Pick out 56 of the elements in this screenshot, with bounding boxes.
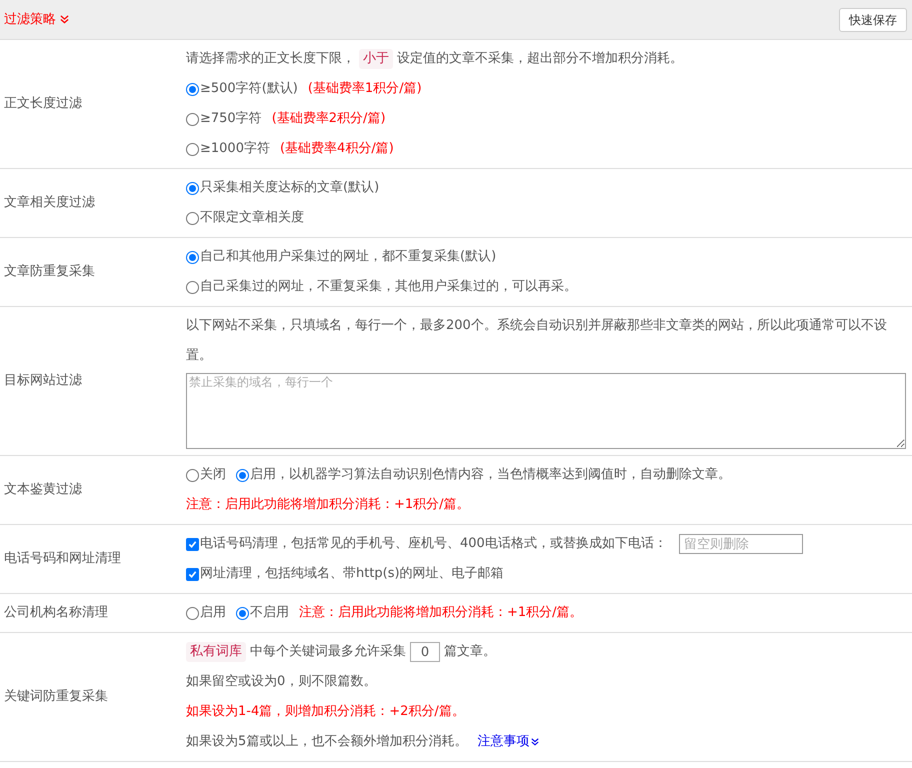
help-text: 如果设为5篇或以上，也不会额外增加积分消耗。 — [186, 733, 468, 751]
radio-option[interactable]: ≥750字符 — [186, 104, 262, 134]
notes-link[interactable]: 注意事项 — [477, 727, 540, 757]
radio-option[interactable]: 不限定文章相关度 — [186, 203, 304, 233]
radio-button[interactable] — [186, 250, 199, 264]
row-label: 文章防重复采集 — [3, 263, 96, 282]
radio-option[interactable]: 启用，以机器学习算法自动识别色情内容，当色情概率达到阈值时，自动删除文章。 — [236, 460, 731, 490]
checkbox[interactable] — [186, 538, 199, 550]
radio-button[interactable] — [186, 468, 199, 482]
row-label: 正文长度过滤 — [3, 95, 83, 114]
radio-option[interactable]: ≥500字符(默认) — [186, 74, 298, 104]
highlight-tag: 小于 — [359, 49, 393, 69]
help-text: 中每个关键词最多允许采集 — [250, 643, 406, 661]
radio-button[interactable] — [186, 606, 199, 620]
warning-text: (基础费率2积分/篇) — [272, 110, 386, 128]
double-chevron-icon — [60, 15, 69, 24]
help-text: 设定值的文章不采集，超出部分不增加积分消耗。 — [397, 50, 683, 68]
row-label: 文章相关度过滤 — [3, 194, 96, 212]
domain-textarea[interactable]: 禁止采集的域名，每行一个 — [186, 373, 906, 449]
checkbox-option[interactable]: 电话号码清理，包括常见的手机号、座机号、400电话格式，或替换成如下电话： — [186, 529, 667, 559]
warning-text: 注意：启用此功能将增加积分消耗：+1积分/篇。 — [299, 604, 583, 622]
help-text: 以下网站不采集，只填域名，每行一个，最多200个。系统会自动识别并屏蔽那些非文章类的网站，所以此项通常可以不设置。 — [186, 317, 888, 365]
radio-option[interactable]: 不启用 — [236, 598, 289, 628]
radio-button[interactable] — [236, 468, 249, 482]
radio-button[interactable] — [186, 112, 199, 126]
radio-button[interactable] — [186, 142, 199, 156]
help-text: 篇文章。 — [444, 643, 496, 661]
radio-button[interactable] — [186, 82, 199, 96]
help-text: 如果留空或设为0，则不限篇数。 — [186, 673, 376, 691]
row-label: 电话号码和网址清理 — [3, 550, 122, 568]
radio-option[interactable]: 自己和其他用户采集过的网址，都不重复采集(默认) — [186, 242, 496, 272]
radio-button[interactable] — [186, 280, 199, 294]
warning-text: 如果设为1-4篇，则增加积分消耗：+2积分/篇。 — [186, 703, 465, 721]
row-label: 目标网站过滤 — [3, 372, 83, 390]
warning-text: (基础费率1积分/篇) — [308, 80, 422, 98]
row-label: 文本鉴黄过滤 — [3, 481, 83, 500]
radio-option[interactable]: ≥1000字符 — [186, 134, 270, 164]
checkbox-option[interactable]: 网址清理，包括纯域名、带http(s)的网址、电子邮箱 — [186, 559, 504, 589]
radio-option[interactable]: 启用 — [186, 598, 226, 628]
checkbox[interactable] — [186, 568, 199, 580]
phone-input-field[interactable]: 留空则删除 — [678, 534, 803, 554]
radio-button[interactable] — [186, 182, 199, 194]
warning-text: (基础费率4积分/篇) — [280, 140, 394, 158]
save-button[interactable]: 快速保存 — [839, 8, 907, 32]
warning-text: 注意：启用此功能将增加积分消耗：+1积分/篇。 — [186, 496, 470, 514]
radio-button[interactable] — [236, 606, 249, 620]
radio-option[interactable]: 自己采集过的网址，不重复采集，其他用户采集过的，可以再采。 — [186, 272, 577, 302]
radio-option[interactable]: 只采集相关度达标的文章(默认) — [186, 173, 380, 203]
highlight-tag: 私有词库 — [186, 642, 246, 662]
count-input-field[interactable]: 0 — [410, 642, 440, 662]
double-chevron-icon — [531, 738, 540, 746]
radio-button[interactable] — [186, 212, 199, 224]
row-label: 公司机构名称清理 — [3, 604, 109, 622]
help-text: 请选择需求的正文长度下限， — [186, 50, 355, 68]
row-label: 关键词防重复采集 — [3, 688, 109, 706]
radio-option[interactable]: 关闭 — [186, 460, 226, 490]
